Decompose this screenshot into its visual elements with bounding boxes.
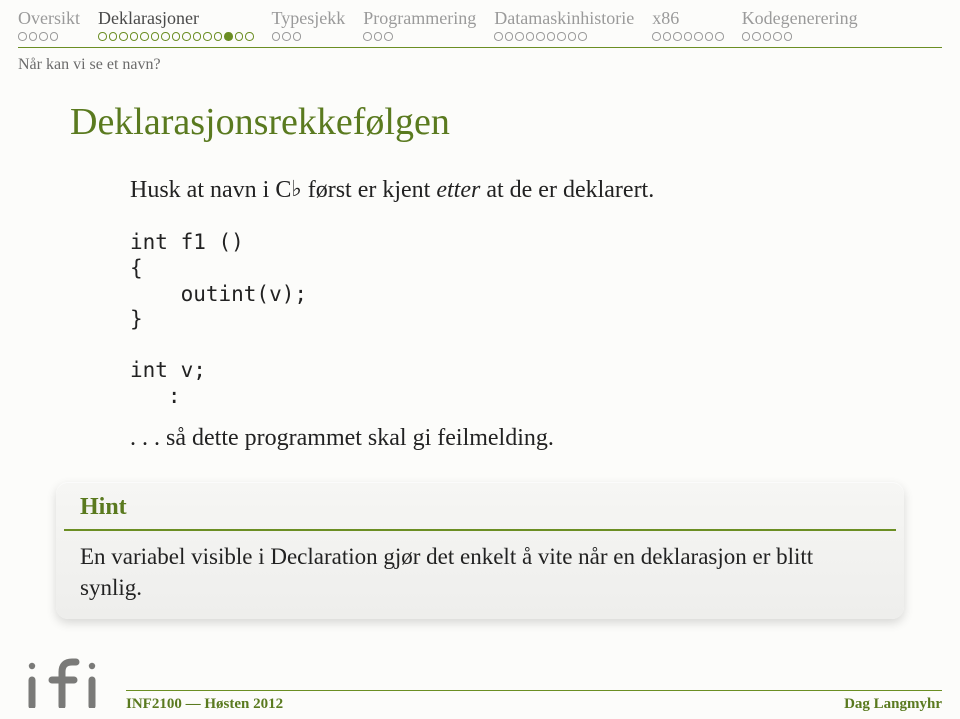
nav-progress-dots	[98, 32, 254, 41]
progress-dot[interactable]	[140, 32, 149, 41]
progress-dot[interactable]	[151, 32, 160, 41]
nav-item-5[interactable]: x86	[652, 8, 724, 41]
footer-left: INF2100 — Høsten 2012	[126, 696, 283, 713]
progress-dot[interactable]	[193, 32, 202, 41]
footer-right: Dag Langmyhr	[844, 696, 942, 713]
progress-dot[interactable]	[293, 32, 302, 41]
intro-pre: Husk at navn i C	[130, 177, 291, 203]
progress-dot[interactable]	[282, 32, 291, 41]
progress-dot[interactable]	[547, 32, 556, 41]
progress-dot[interactable]	[109, 32, 118, 41]
intro-text: Husk at navn i C♭ først er kjent etter a…	[130, 174, 890, 206]
nav-progress-dots	[742, 32, 793, 41]
progress-dot[interactable]	[224, 32, 233, 41]
nav-item-6[interactable]: Kodegenerering	[742, 8, 858, 41]
progress-dot[interactable]	[715, 32, 724, 41]
progress-dot[interactable]	[494, 32, 503, 41]
progress-dot[interactable]	[29, 32, 38, 41]
progress-dot[interactable]	[536, 32, 545, 41]
slide-title: Deklarasjonsrekkefølgen	[0, 74, 960, 144]
progress-dot[interactable]	[172, 32, 181, 41]
progress-dot[interactable]	[663, 32, 672, 41]
progress-dot[interactable]	[161, 32, 170, 41]
nav-progress-dots	[18, 32, 58, 41]
progress-dot[interactable]	[784, 32, 793, 41]
footer-divider	[126, 690, 942, 692]
progress-dot[interactable]	[694, 32, 703, 41]
progress-dot[interactable]	[384, 32, 393, 41]
progress-dot[interactable]	[39, 32, 48, 41]
nav-progress-dots	[494, 32, 587, 41]
progress-dot[interactable]	[515, 32, 524, 41]
progress-dot[interactable]	[763, 32, 772, 41]
nav-label: Deklarasjoner	[98, 8, 199, 29]
nav-item-4[interactable]: Datamaskinhistorie	[494, 8, 634, 41]
slide: Oversikt Deklarasjoner Typesjekk Programmer…	[0, 0, 960, 719]
nav-label: x86	[652, 8, 679, 29]
nav-progress-dots	[272, 32, 302, 41]
progress-dot[interactable]	[752, 32, 761, 41]
intro-mid: først er kjent	[302, 177, 437, 203]
ifi-logo-icon	[18, 656, 118, 713]
nav-item-1[interactable]: Deklarasjoner	[98, 8, 254, 41]
nav-item-0[interactable]: Oversikt	[18, 8, 80, 41]
progress-dot[interactable]	[18, 32, 27, 41]
progress-dot[interactable]	[235, 32, 244, 41]
intro-post: at de er deklarert.	[480, 177, 654, 203]
progress-dot[interactable]	[363, 32, 372, 41]
progress-dot[interactable]	[214, 32, 223, 41]
progress-dot[interactable]	[245, 32, 254, 41]
nav-progress-dots	[652, 32, 724, 41]
progress-dot[interactable]	[374, 32, 383, 41]
progress-dot[interactable]	[742, 32, 751, 41]
nav-label: Oversikt	[18, 8, 80, 29]
footer: INF2100 — Høsten 2012 Dag Langmyhr	[0, 659, 960, 719]
progress-dot[interactable]	[705, 32, 714, 41]
progress-dot[interactable]	[182, 32, 191, 41]
progress-dot[interactable]	[50, 32, 59, 41]
outro-text: . . . så dette programmet skal gi feilme…	[130, 422, 890, 454]
progress-dot[interactable]	[773, 32, 782, 41]
nav-label: Programmering	[363, 8, 476, 29]
progress-dot[interactable]	[526, 32, 535, 41]
hint-text: En variabel visible i Declaration gjør d…	[56, 541, 904, 603]
nav-item-3[interactable]: Programmering	[363, 8, 476, 41]
progress-dot[interactable]	[684, 32, 693, 41]
progress-dot[interactable]	[98, 32, 107, 41]
nav-label: Typesjekk	[272, 8, 346, 29]
flat-symbol: ♭	[291, 176, 301, 201]
intro-em: etter	[436, 177, 480, 203]
nav-tabs: Oversikt Deklarasjoner Typesjekk Programmer…	[0, 0, 960, 41]
nav-label: Datamaskinhistorie	[494, 8, 634, 29]
slide-body: Husk at navn i C♭ først er kjent etter a…	[0, 144, 960, 454]
nav-item-2[interactable]: Typesjekk	[272, 8, 346, 41]
hint-divider	[64, 529, 896, 531]
progress-dot[interactable]	[557, 32, 566, 41]
hint-title: Hint	[56, 482, 904, 525]
progress-dot[interactable]	[272, 32, 281, 41]
progress-dot[interactable]	[505, 32, 514, 41]
nav-progress-dots	[363, 32, 393, 41]
progress-dot[interactable]	[568, 32, 577, 41]
progress-dot[interactable]	[119, 32, 128, 41]
progress-dot[interactable]	[673, 32, 682, 41]
nav-label: Kodegenerering	[742, 8, 858, 29]
progress-dot[interactable]	[130, 32, 139, 41]
progress-dot[interactable]	[652, 32, 661, 41]
progress-dot[interactable]	[203, 32, 212, 41]
code-block: int f1 () { outint(v); } int v; :	[130, 230, 890, 409]
section-subtitle: Når kan vi se et navn?	[0, 48, 960, 74]
hint-box: Hint En variabel visible i Declaration g…	[56, 482, 904, 619]
progress-dot[interactable]	[578, 32, 587, 41]
